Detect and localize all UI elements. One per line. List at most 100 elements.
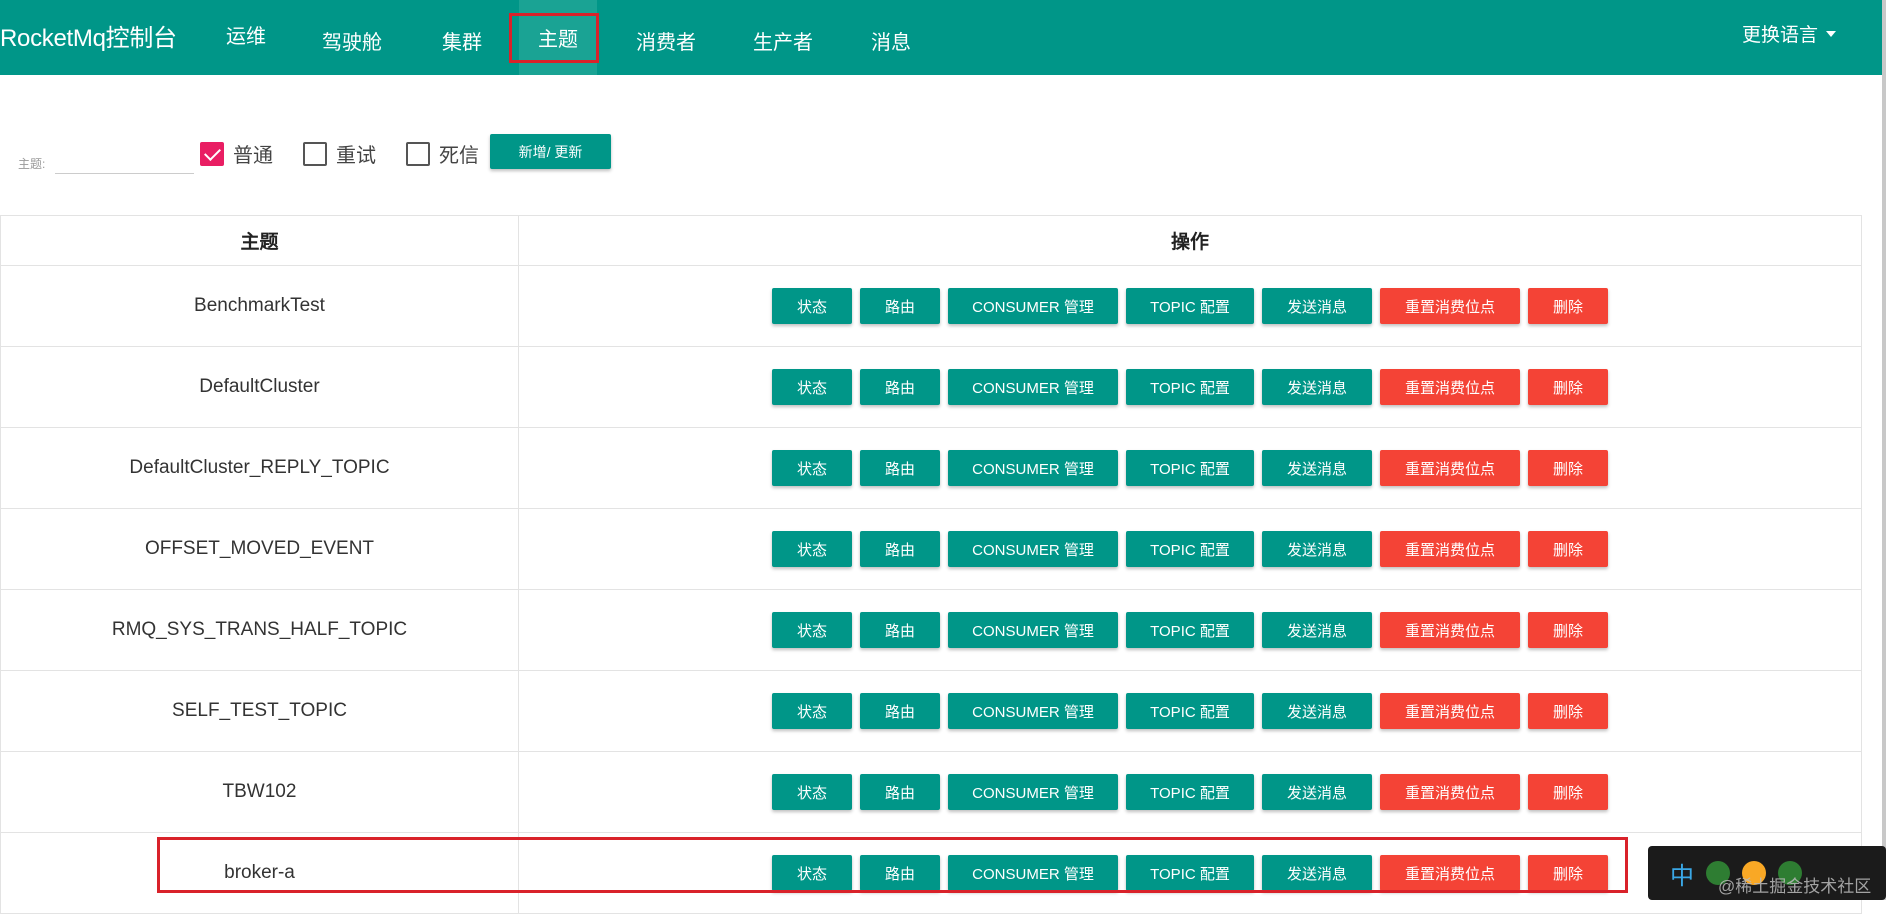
topic-name-cell: DefaultCluster <box>0 346 519 428</box>
ops-button-group: 状态 路由 CONSUMER 管理 TOPIC 配置 发送消息 重置消费位点 删除 <box>519 693 1861 729</box>
reset-offset-button[interactable]: 重置消费位点 <box>1380 612 1520 648</box>
table-row: SELF_TEST_TOPIC 状态 路由 CONSUMER 管理 TOPIC 配置 发送… <box>0 670 1862 752</box>
status-button[interactable]: 状态 <box>772 531 852 567</box>
topic-config-button[interactable]: TOPIC 配置 <box>1126 450 1254 486</box>
topic-config-button[interactable]: TOPIC 配置 <box>1126 369 1254 405</box>
watermark: @稀土掘金技术社区 <box>1718 877 1872 896</box>
delete-button[interactable]: 删除 <box>1528 450 1608 486</box>
route-button[interactable]: 路由 <box>860 612 940 648</box>
reset-offset-button[interactable]: 重置消费位点 <box>1380 288 1520 324</box>
topic-filter-label: 主题: <box>18 157 46 171</box>
row-highlight <box>157 837 1628 893</box>
nav-producer-label: 生产者 <box>753 32 813 54</box>
status-button[interactable]: 状态 <box>772 693 852 729</box>
route-button[interactable]: 路由 <box>860 369 940 405</box>
ops-cell: 状态 路由 CONSUMER 管理 TOPIC 配置 发送消息 重置消费位点 删除 <box>518 589 1862 671</box>
checkbox-normal-label: 普通 <box>233 145 273 167</box>
send-message-button[interactable]: 发送消息 <box>1262 450 1372 486</box>
nav-cluster[interactable]: 集群 <box>422 3 502 78</box>
nav-dashboard[interactable]: 驾驶舱 <box>312 3 392 78</box>
delete-button[interactable]: 删除 <box>1528 288 1608 324</box>
topic-table: 主题 操作 BenchmarkTest 状态 路由 CONSUMER 管理 TOPIC … <box>0 215 1862 914</box>
checkbox-dlq-label: 死信 <box>439 145 479 167</box>
nav-consumer[interactable]: 消费者 <box>626 3 706 78</box>
header-ops: 操作 <box>518 215 1862 266</box>
send-message-button[interactable]: 发送消息 <box>1262 288 1372 324</box>
caret-down-icon <box>1826 30 1836 37</box>
consumer-manage-button[interactable]: CONSUMER 管理 <box>948 693 1118 729</box>
reset-offset-button[interactable]: 重置消费位点 <box>1380 693 1520 729</box>
consumer-manage-button[interactable]: CONSUMER 管理 <box>948 774 1118 810</box>
route-button[interactable]: 路由 <box>860 450 940 486</box>
brand-title[interactable]: RocketMq控制台 <box>0 18 177 53</box>
topic-name-cell: RMQ_SYS_TRANS_HALF_TOPIC <box>0 589 519 671</box>
topic-name-cell: BenchmarkTest <box>0 265 519 347</box>
topic-config-button[interactable]: TOPIC 配置 <box>1126 612 1254 648</box>
status-button[interactable]: 状态 <box>772 612 852 648</box>
topic-name-cell: TBW102 <box>0 751 519 833</box>
send-message-button[interactable]: 发送消息 <box>1262 612 1372 648</box>
checkbox-retry-box[interactable] <box>303 141 327 166</box>
checkbox-retry[interactable]: 重试 <box>303 139 376 168</box>
ops-button-group: 状态 路由 CONSUMER 管理 TOPIC 配置 发送消息 重置消费位点 删除 <box>519 450 1861 486</box>
route-button[interactable]: 路由 <box>860 693 940 729</box>
delete-button[interactable]: 删除 <box>1528 369 1608 405</box>
ops-button-group: 状态 路由 CONSUMER 管理 TOPIC 配置 发送消息 重置消费位点 删除 <box>519 531 1861 567</box>
checkbox-retry-label: 重试 <box>336 145 376 167</box>
checkbox-normal-box[interactable] <box>200 141 224 166</box>
send-message-button[interactable]: 发送消息 <box>1262 693 1372 729</box>
route-button[interactable]: 路由 <box>860 531 940 567</box>
status-button[interactable]: 状态 <box>772 369 852 405</box>
status-button[interactable]: 状态 <box>772 450 852 486</box>
send-message-button[interactable]: 发送消息 <box>1262 369 1372 405</box>
consumer-manage-button[interactable]: CONSUMER 管理 <box>948 612 1118 648</box>
language-label: 更换语言 <box>1741 25 1818 46</box>
nav-message[interactable]: 消息 <box>851 3 931 78</box>
delete-button[interactable]: 删除 <box>1528 774 1608 810</box>
status-button[interactable]: 状态 <box>772 774 852 810</box>
route-button[interactable]: 路由 <box>860 288 940 324</box>
consumer-manage-button[interactable]: CONSUMER 管理 <box>948 450 1118 486</box>
reset-offset-button[interactable]: 重置消费位点 <box>1380 774 1520 810</box>
checkbox-dlq-box[interactable] <box>406 141 430 166</box>
topic-filter-input[interactable] <box>55 142 194 174</box>
table-header-row: 主题 操作 <box>0 215 1862 266</box>
status-button[interactable]: 状态 <box>772 288 852 324</box>
reset-offset-button[interactable]: 重置消费位点 <box>1380 531 1520 567</box>
language-switcher[interactable]: 更换语言 <box>1742 20 1836 47</box>
nav-message-label: 消息 <box>871 32 911 54</box>
send-message-button[interactable]: 发送消息 <box>1262 774 1372 810</box>
ops-cell: 状态 路由 CONSUMER 管理 TOPIC 配置 发送消息 重置消费位点 删除 <box>518 670 1862 752</box>
nav-ops[interactable]: 运维 <box>206 0 286 68</box>
delete-button[interactable]: 删除 <box>1528 693 1608 729</box>
reset-offset-button[interactable]: 重置消费位点 <box>1380 450 1520 486</box>
ops-button-group: 状态 路由 CONSUMER 管理 TOPIC 配置 发送消息 重置消费位点 删除 <box>519 612 1861 648</box>
consumer-manage-button[interactable]: CONSUMER 管理 <box>948 369 1118 405</box>
topic-config-button[interactable]: TOPIC 配置 <box>1126 774 1254 810</box>
route-button[interactable]: 路由 <box>860 774 940 810</box>
add-update-button[interactable]: 新增/ 更新 <box>490 134 611 169</box>
ops-button-group: 状态 路由 CONSUMER 管理 TOPIC 配置 发送消息 重置消费位点 删除 <box>519 774 1861 810</box>
ime-mode-label[interactable]: 中 <box>1670 856 1694 891</box>
table-row: DefaultCluster 状态 路由 CONSUMER 管理 TOPIC 配置 发送消… <box>0 346 1862 428</box>
nav-consumer-label: 消费者 <box>636 32 696 54</box>
checkbox-dlq[interactable]: 死信 <box>406 139 479 168</box>
delete-button[interactable]: 删除 <box>1528 531 1608 567</box>
topic-config-button[interactable]: TOPIC 配置 <box>1126 693 1254 729</box>
topic-name-cell: DefaultCluster_REPLY_TOPIC <box>0 427 519 509</box>
reset-offset-button[interactable]: 重置消费位点 <box>1380 369 1520 405</box>
nav-topic-highlight <box>509 13 599 63</box>
checkbox-normal[interactable]: 普通 <box>200 139 273 168</box>
send-message-button[interactable]: 发送消息 <box>1262 531 1372 567</box>
ops-cell: 状态 路由 CONSUMER 管理 TOPIC 配置 发送消息 重置消费位点 删除 <box>518 508 1862 590</box>
page-scrollbar[interactable] <box>1882 0 1886 900</box>
delete-button[interactable]: 删除 <box>1528 612 1608 648</box>
consumer-manage-button[interactable]: CONSUMER 管理 <box>948 288 1118 324</box>
nav-producer[interactable]: 生产者 <box>743 3 823 78</box>
consumer-manage-button[interactable]: CONSUMER 管理 <box>948 531 1118 567</box>
ops-button-group: 状态 路由 CONSUMER 管理 TOPIC 配置 发送消息 重置消费位点 删除 <box>519 369 1861 405</box>
topic-config-button[interactable]: TOPIC 配置 <box>1126 288 1254 324</box>
nav-ops-label: 运维 <box>226 25 266 48</box>
table-row: OFFSET_MOVED_EVENT 状态 路由 CONSUMER 管理 TOPIC 配… <box>0 508 1862 590</box>
topic-config-button[interactable]: TOPIC 配置 <box>1126 531 1254 567</box>
